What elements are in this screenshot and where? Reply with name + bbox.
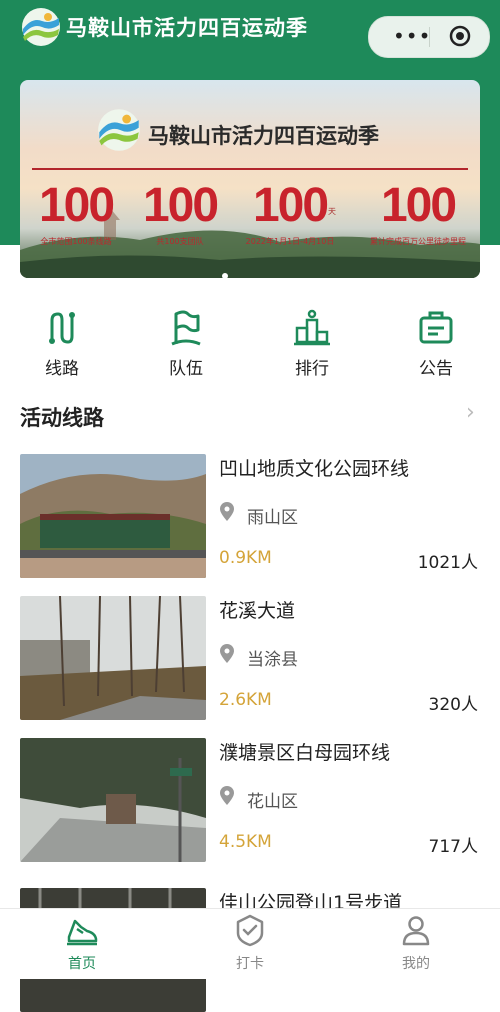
- route-name: 凹山地质文化公园环线: [219, 458, 410, 480]
- banner-title: 马鞍山市活力四百运动季: [148, 123, 379, 148]
- banner-stat-days: 100 天 2022年1月1日-4月10日: [234, 176, 346, 247]
- quick-link-teams[interactable]: 队伍: [136, 302, 236, 379]
- route-thumbnail: [20, 738, 206, 862]
- bottom-tab-bar: 首页 打卡 我的: [0, 908, 500, 979]
- banner-divider: [32, 168, 468, 170]
- route-distance: 4.5KM: [219, 832, 272, 852]
- running-shoe-icon: [67, 919, 98, 946]
- location-pin-icon: [220, 786, 234, 805]
- team-flag-icon: [171, 310, 201, 346]
- route-card[interactable]: 花溪大道 当涂县 2.6KM 320人: [20, 596, 480, 720]
- stat-unit: 天: [328, 207, 336, 216]
- close-target-icon[interactable]: [449, 25, 471, 47]
- tab-label: 首页: [68, 956, 96, 972]
- route-card[interactable]: 凹山地质文化公园环线 雨山区 0.9KM 1021人: [20, 454, 480, 578]
- banner-pagination: [220, 264, 230, 278]
- route-name: 花溪大道: [219, 600, 296, 622]
- chevron-right-icon[interactable]: ›: [466, 400, 475, 425]
- stat-label: 累计完成百万公里徒步里程: [370, 237, 466, 246]
- tab-checkin[interactable]: 打卡: [210, 913, 290, 973]
- stat-label: 2022年1月1日-4月10日: [245, 237, 335, 246]
- route-distance: 2.6KM: [219, 690, 272, 710]
- notice-icon: [419, 311, 453, 344]
- stat-number: 100: [142, 179, 219, 232]
- location-pin-icon: [220, 502, 234, 521]
- quick-link-notices[interactable]: 公告: [386, 302, 486, 379]
- quick-link-ranking[interactable]: 排行: [262, 302, 362, 379]
- quick-link-label: 队伍: [169, 359, 203, 379]
- pagination-dot[interactable]: [222, 273, 228, 278]
- stat-number: 100: [38, 179, 115, 232]
- app-title: 马鞍山市活力四百运动季: [66, 15, 308, 40]
- stat-label: 全市范围100条线路: [40, 237, 112, 246]
- banner-stat-routes: 100 全市范围100条线路: [20, 176, 132, 247]
- tab-label: 我的: [402, 956, 430, 972]
- tab-home[interactable]: 首页: [42, 913, 122, 973]
- checkin-shield-icon: [236, 914, 264, 947]
- route-district: 花山区: [247, 792, 298, 812]
- quick-link-label: 线路: [45, 359, 79, 379]
- route-district: 当涂县: [247, 650, 298, 670]
- quick-link-label: 公告: [419, 359, 453, 379]
- quick-link-routes[interactable]: 线路: [12, 302, 112, 379]
- tab-label: 打卡: [236, 956, 264, 972]
- stat-label: 共100支团队: [156, 237, 204, 246]
- user-icon: [402, 916, 430, 946]
- route-thumbnail: [20, 454, 206, 578]
- podium-icon: [294, 309, 330, 346]
- route-name: 濮塘景区白母园环线: [219, 742, 391, 764]
- banner-stat-teams: 100 共100支团队: [124, 176, 236, 247]
- route-participants: 320人: [428, 695, 478, 715]
- route-distance: 0.9KM: [219, 548, 272, 568]
- section-title: 活动线路: [20, 406, 104, 430]
- tab-profile[interactable]: 我的: [376, 913, 456, 973]
- mini-program-capsule: •••: [368, 16, 490, 58]
- route-participants: 1021人: [417, 553, 478, 573]
- route-icon: [49, 312, 75, 344]
- stat-number: 100: [380, 179, 457, 232]
- banner-stat-distance: 100 累计完成百万公里徒步里程: [362, 176, 474, 247]
- promo-banner[interactable]: 马鞍山市活力四百运动季 100 全市范围100条线路 100 共100支团队 1…: [20, 80, 480, 278]
- route-district: 雨山区: [247, 508, 298, 528]
- route-participants: 717人: [428, 837, 478, 857]
- route-card[interactable]: 濮塘景区白母园环线 花山区 4.5KM 717人: [20, 738, 480, 862]
- more-icon[interactable]: •••: [393, 24, 431, 48]
- banner-logo-icon: [98, 109, 140, 151]
- capsule-divider: [429, 27, 430, 47]
- location-pin-icon: [220, 644, 234, 663]
- app-logo-icon: [22, 8, 60, 46]
- quick-link-label: 排行: [295, 359, 329, 379]
- route-thumbnail: [20, 596, 206, 720]
